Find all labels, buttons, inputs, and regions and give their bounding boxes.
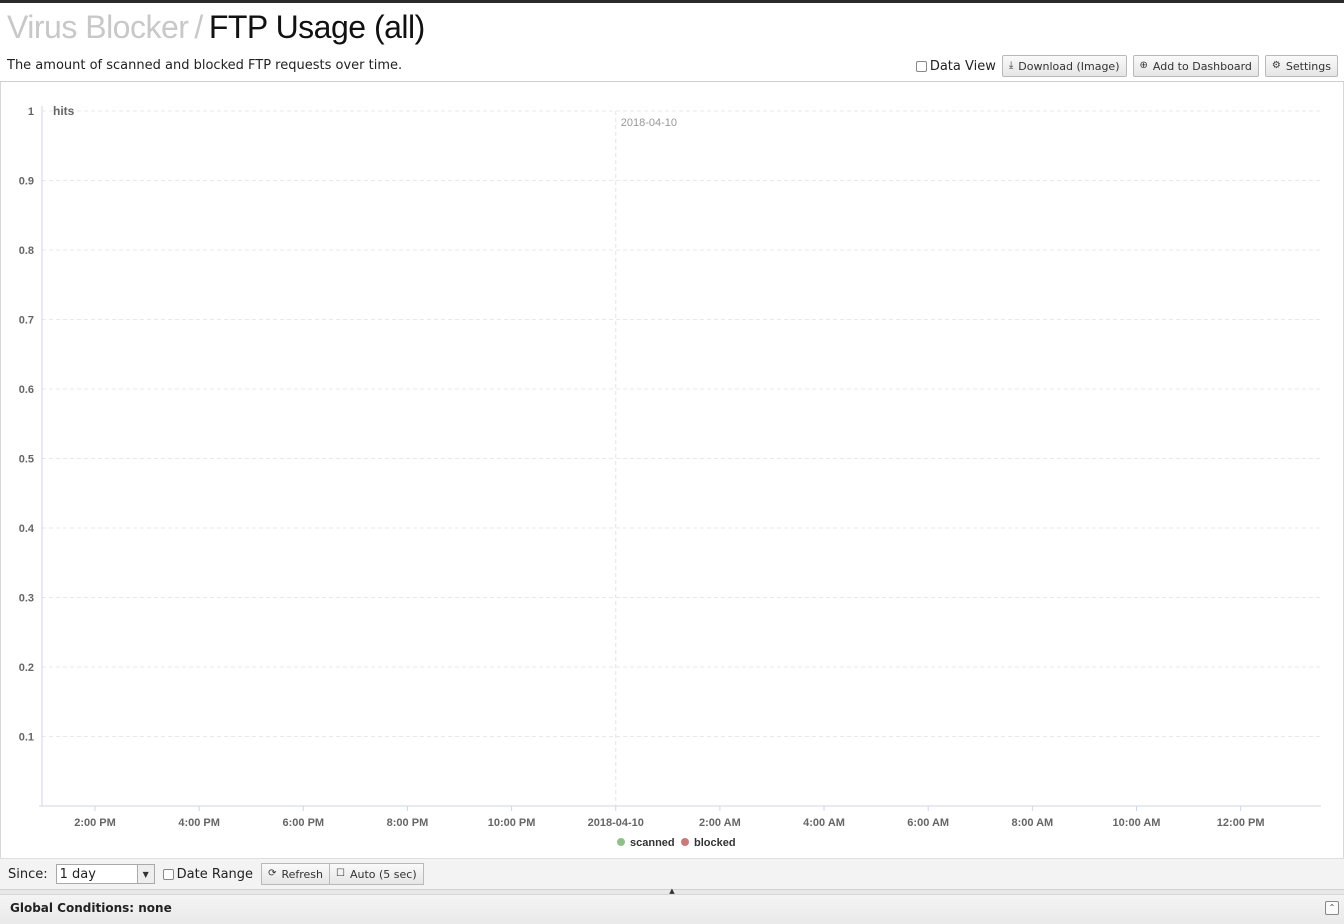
y-axis-title: hits	[53, 104, 75, 118]
since-select[interactable]: 1 day ▼	[55, 864, 155, 884]
download-image-label: Download (Image)	[1018, 59, 1120, 73]
gear-icon: ⚙	[1271, 60, 1281, 71]
x-tick-label: 4:00 AM	[803, 817, 845, 829]
legend-marker-scanned	[617, 838, 625, 846]
download-icon: ⤓	[1008, 60, 1014, 71]
settings-button[interactable]: ⚙ Settings	[1264, 55, 1338, 77]
page-title: Virus Blocker / FTP Usage (all)	[7, 8, 425, 46]
refresh-label: Refresh	[281, 867, 323, 881]
chevron-down-icon[interactable]: ▼	[136, 865, 154, 883]
y-tick-label: 0.1	[19, 732, 34, 744]
x-tick-label: 12:00 PM	[1217, 817, 1265, 829]
report-title: FTP Usage (all)	[208, 9, 425, 45]
y-tick-label: 0.2	[19, 662, 34, 674]
date-range-toggle[interactable]: Date Range	[162, 866, 254, 882]
y-tick-label: 0.4	[19, 523, 35, 535]
legend-label-scanned: scanned	[630, 837, 675, 849]
data-view-checkbox[interactable]	[915, 60, 927, 72]
auto-refresh-label: Auto (5 sec)	[349, 867, 417, 881]
y-tick-label: 0.3	[19, 593, 34, 605]
x-tick-label: 8:00 PM	[387, 817, 429, 829]
report-description: The amount of scanned and blocked FTP re…	[7, 58, 403, 73]
y-tick-label: 0.7	[19, 315, 34, 327]
y-tick-label: 0.5	[19, 454, 34, 466]
day-plotline-label: 2018-04-10	[621, 117, 677, 129]
download-image-button[interactable]: ⤓ Download (Image)	[1001, 55, 1127, 77]
y-tick-label: 0.6	[19, 384, 34, 396]
since-label: Since:	[8, 866, 48, 882]
x-tick-label: 6:00 AM	[907, 817, 949, 829]
top-border	[0, 0, 1344, 3]
add-to-dashboard-button[interactable]: ⊕ Add to Dashboard	[1132, 55, 1259, 77]
add-to-dashboard-label: Add to Dashboard	[1152, 59, 1252, 73]
y-tick-label: 0.8	[19, 245, 34, 257]
data-view-label: Data View	[929, 58, 996, 74]
legend-marker-blocked	[681, 838, 689, 846]
y-tick-label: 1	[28, 106, 34, 118]
refresh-button[interactable]: ⟳ Refresh	[261, 863, 330, 885]
chart-container: 0.1 0.2 0.3 0.4 0.5 0.6 0.7 0.8 0.9 1 hits 2:00 PM 4…	[0, 82, 1344, 858]
legend-label-blocked: blocked	[694, 837, 736, 849]
plus-circle-icon: ⊕	[1139, 60, 1148, 71]
time-controls-bar: Since: 1 day ▼ Date Range ⟳ Refresh ☐ Au…	[0, 858, 1344, 889]
x-tick-label: 2:00 AM	[699, 817, 741, 829]
global-conditions-panel: Global Conditions: none ⌃	[0, 894, 1344, 924]
breadcrumb-parent[interactable]: Virus Blocker	[7, 9, 189, 45]
x-tick-label: 10:00 AM	[1113, 817, 1161, 829]
settings-label: Settings	[1285, 59, 1331, 73]
y-tick-label: 0.9	[19, 176, 34, 188]
square-icon: ☐	[336, 868, 345, 879]
x-tick-label: 6:00 PM	[283, 817, 325, 829]
report-toolbar: Data View ⤓ Download (Image) ⊕ Add to Da…	[915, 55, 1338, 77]
refresh-icon: ⟳	[268, 868, 277, 879]
date-range-label: Date Range	[176, 866, 254, 882]
x-tick-label: 2018-04-10	[588, 817, 644, 829]
x-tick-label: 8:00 AM	[1011, 817, 1053, 829]
refresh-group: ⟳ Refresh ☐ Auto (5 sec)	[261, 863, 424, 885]
breadcrumb-separator: /	[194, 9, 203, 45]
global-conditions-label: Global Conditions: none	[10, 901, 172, 915]
collapse-toggle-icon[interactable]: ⌃	[1325, 901, 1339, 915]
auto-refresh-button[interactable]: ☐ Auto (5 sec)	[330, 863, 424, 885]
date-range-checkbox[interactable]	[162, 868, 174, 880]
since-select-value: 1 day	[59, 866, 96, 882]
x-tick-label: 4:00 PM	[178, 817, 220, 829]
data-view-toggle[interactable]: Data View	[915, 58, 996, 74]
usage-chart: 0.1 0.2 0.3 0.4 0.5 0.6 0.7 0.8 0.9 1 hits 2:00 PM 4…	[19, 104, 1321, 849]
x-tick-label: 2:00 PM	[74, 817, 116, 829]
x-tick-label: 10:00 PM	[488, 817, 536, 829]
